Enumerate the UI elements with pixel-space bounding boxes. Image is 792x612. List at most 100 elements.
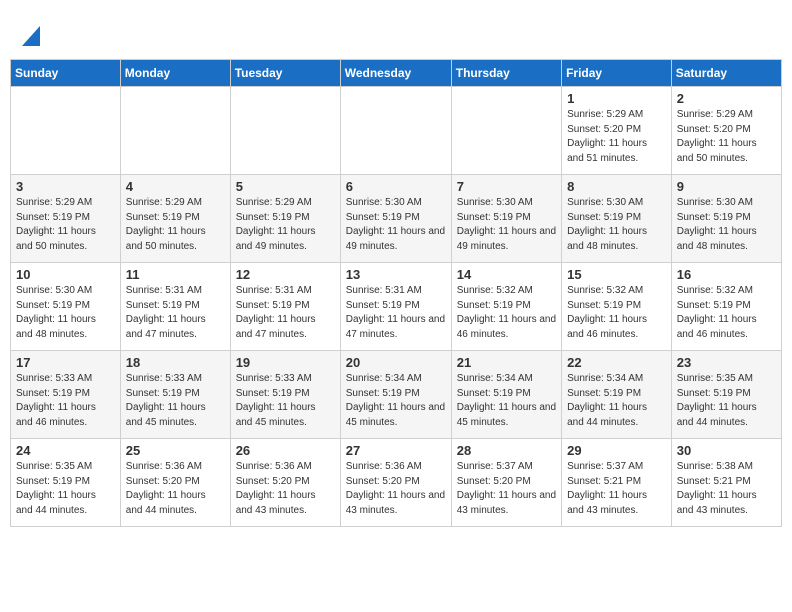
- day-info: Sunrise: 5:33 AMSunset: 5:19 PMDaylight:…: [126, 372, 225, 430]
- calendar-wrapper: SundayMondayTuesdayWednesdayThursdayFrid…: [0, 59, 792, 537]
- calendar-cell: 8 Sunrise: 5:30 AMSunset: 5:19 PMDaylight…: [562, 175, 672, 263]
- calendar-week-row: 17 Sunrise: 5:33 AMSunset: 5:19 PMDayligh…: [11, 351, 782, 439]
- calendar-week-row: 10 Sunrise: 5:30 AMSunset: 5:19 PMDayligh…: [11, 263, 782, 351]
- calendar-cell: 19 Sunrise: 5:33 AMSunset: 5:19 PMDayligh…: [230, 351, 340, 439]
- day-number: 4: [126, 179, 225, 194]
- day-info: Sunrise: 5:35 AMSunset: 5:19 PMDaylight:…: [16, 460, 115, 518]
- day-info: Sunrise: 5:36 AMSunset: 5:20 PMDaylight:…: [126, 460, 225, 518]
- weekday-header: Monday: [120, 60, 230, 87]
- calendar-body: 1 Sunrise: 5:29 AMSunset: 5:20 PMDaylight…: [11, 87, 782, 527]
- day-info: Sunrise: 5:35 AMSunset: 5:19 PMDaylight:…: [677, 372, 776, 430]
- calendar-header: SundayMondayTuesdayWednesdayThursdayFrid…: [11, 60, 782, 87]
- calendar-cell: [11, 87, 121, 175]
- day-number: 7: [457, 179, 556, 194]
- calendar-week-row: 3Sunrise: 5:29 AMSunset: 5:19 PMDaylight…: [11, 175, 782, 263]
- weekday-header: Sunday: [11, 60, 121, 87]
- calendar-cell: 12 Sunrise: 5:31 AMSunset: 5:19 PMDayligh…: [230, 263, 340, 351]
- day-number: 13: [346, 267, 446, 282]
- calendar-cell: 21 Sunrise: 5:34 AMSunset: 5:19 PMDayligh…: [451, 351, 561, 439]
- calendar-cell: 18 Sunrise: 5:33 AMSunset: 5:19 PMDayligh…: [120, 351, 230, 439]
- day-info: Sunrise: 5:33 AMSunset: 5:19 PMDaylight:…: [236, 372, 335, 430]
- calendar-table: SundayMondayTuesdayWednesdayThursdayFrid…: [10, 59, 782, 527]
- day-info: Sunrise: 5:33 AMSunset: 5:19 PMDaylight:…: [16, 372, 115, 430]
- calendar-cell: 17 Sunrise: 5:33 AMSunset: 5:19 PMDayligh…: [11, 351, 121, 439]
- calendar-cell: 28 Sunrise: 5:37 AMSunset: 5:20 PMDayligh…: [451, 439, 561, 527]
- day-number: 5: [236, 179, 335, 194]
- day-number: 18: [126, 355, 225, 370]
- day-info: Sunrise: 5:30 AMSunset: 5:19 PMDaylight:…: [567, 196, 666, 254]
- calendar-cell: 2 Sunrise: 5:29 AMSunset: 5:20 PMDaylight…: [671, 87, 781, 175]
- day-info: Sunrise: 5:31 AMSunset: 5:19 PMDaylight:…: [236, 284, 335, 342]
- day-number: 30: [677, 443, 776, 458]
- calendar-cell: 4Sunrise: 5:29 AMSunset: 5:19 PMDaylight…: [120, 175, 230, 263]
- day-info: Sunrise: 5:34 AMSunset: 5:19 PMDaylight:…: [457, 372, 556, 430]
- calendar-cell: 24 Sunrise: 5:35 AMSunset: 5:19 PMDayligh…: [11, 439, 121, 527]
- day-number: 16: [677, 267, 776, 282]
- day-number: 26: [236, 443, 335, 458]
- day-info: Sunrise: 5:30 AMSunset: 5:19 PMDaylight:…: [457, 196, 556, 254]
- calendar-cell: [340, 87, 451, 175]
- calendar-cell: 5 Sunrise: 5:29 AMSunset: 5:19 PMDaylight…: [230, 175, 340, 263]
- day-number: 11: [126, 267, 225, 282]
- day-number: 28: [457, 443, 556, 458]
- weekday-header: Wednesday: [340, 60, 451, 87]
- day-info: Sunrise: 5:32 AMSunset: 5:19 PMDaylight:…: [457, 284, 556, 342]
- calendar-cell: 3Sunrise: 5:29 AMSunset: 5:19 PMDaylight…: [11, 175, 121, 263]
- calendar-cell: 27Sunrise: 5:36 AMSunset: 5:20 PMDayligh…: [340, 439, 451, 527]
- day-number: 2: [677, 91, 776, 106]
- header: [0, 0, 792, 59]
- calendar-cell: 20Sunrise: 5:34 AMSunset: 5:19 PMDayligh…: [340, 351, 451, 439]
- day-number: 12: [236, 267, 335, 282]
- calendar-cell: 22Sunrise: 5:34 AMSunset: 5:19 PMDayligh…: [562, 351, 672, 439]
- day-info: Sunrise: 5:29 AMSunset: 5:20 PMDaylight:…: [677, 108, 776, 166]
- day-info: Sunrise: 5:29 AMSunset: 5:19 PMDaylight:…: [236, 196, 335, 254]
- day-number: 25: [126, 443, 225, 458]
- day-info: Sunrise: 5:30 AMSunset: 5:19 PMDaylight:…: [677, 196, 776, 254]
- calendar-cell: [451, 87, 561, 175]
- logo-icon: [22, 18, 40, 46]
- calendar-week-row: 24 Sunrise: 5:35 AMSunset: 5:19 PMDayligh…: [11, 439, 782, 527]
- day-info: Sunrise: 5:38 AMSunset: 5:21 PMDaylight:…: [677, 460, 776, 518]
- day-number: 29: [567, 443, 666, 458]
- calendar-cell: 26 Sunrise: 5:36 AMSunset: 5:20 PMDayligh…: [230, 439, 340, 527]
- calendar-cell: 25 Sunrise: 5:36 AMSunset: 5:20 PMDayligh…: [120, 439, 230, 527]
- calendar-cell: 29Sunrise: 5:37 AMSunset: 5:21 PMDayligh…: [562, 439, 672, 527]
- calendar-week-row: 1 Sunrise: 5:29 AMSunset: 5:20 PMDaylight…: [11, 87, 782, 175]
- day-number: 19: [236, 355, 335, 370]
- day-number: 24: [16, 443, 115, 458]
- day-info: Sunrise: 5:31 AMSunset: 5:19 PMDaylight:…: [126, 284, 225, 342]
- day-number: 8: [567, 179, 666, 194]
- calendar-cell: 14 Sunrise: 5:32 AMSunset: 5:19 PMDayligh…: [451, 263, 561, 351]
- day-number: 21: [457, 355, 556, 370]
- calendar-cell: 6Sunrise: 5:30 AMSunset: 5:19 PMDaylight…: [340, 175, 451, 263]
- day-number: 23: [677, 355, 776, 370]
- day-info: Sunrise: 5:30 AMSunset: 5:19 PMDaylight:…: [16, 284, 115, 342]
- day-info: Sunrise: 5:37 AMSunset: 5:20 PMDaylight:…: [457, 460, 556, 518]
- calendar-cell: [120, 87, 230, 175]
- calendar-cell: 15Sunrise: 5:32 AMSunset: 5:19 PMDayligh…: [562, 263, 672, 351]
- weekday-row: SundayMondayTuesdayWednesdayThursdayFrid…: [11, 60, 782, 87]
- day-number: 10: [16, 267, 115, 282]
- day-info: Sunrise: 5:32 AMSunset: 5:19 PMDaylight:…: [567, 284, 666, 342]
- day-number: 1: [567, 91, 666, 106]
- calendar-cell: 30 Sunrise: 5:38 AMSunset: 5:21 PMDayligh…: [671, 439, 781, 527]
- calendar-cell: 16 Sunrise: 5:32 AMSunset: 5:19 PMDayligh…: [671, 263, 781, 351]
- day-info: Sunrise: 5:36 AMSunset: 5:20 PMDaylight:…: [236, 460, 335, 518]
- calendar-cell: 23 Sunrise: 5:35 AMSunset: 5:19 PMDayligh…: [671, 351, 781, 439]
- logo: [20, 16, 40, 51]
- day-number: 9: [677, 179, 776, 194]
- weekday-header: Tuesday: [230, 60, 340, 87]
- calendar-cell: 10 Sunrise: 5:30 AMSunset: 5:19 PMDayligh…: [11, 263, 121, 351]
- day-number: 27: [346, 443, 446, 458]
- calendar-cell: [230, 87, 340, 175]
- day-info: Sunrise: 5:29 AMSunset: 5:19 PMDaylight:…: [16, 196, 115, 254]
- day-number: 20: [346, 355, 446, 370]
- calendar-cell: 7 Sunrise: 5:30 AMSunset: 5:19 PMDaylight…: [451, 175, 561, 263]
- calendar-cell: 1Sunrise: 5:29 AMSunset: 5:20 PMDaylight…: [562, 87, 672, 175]
- day-number: 17: [16, 355, 115, 370]
- calendar-cell: 13Sunrise: 5:31 AMSunset: 5:19 PMDayligh…: [340, 263, 451, 351]
- day-number: 14: [457, 267, 556, 282]
- day-info: Sunrise: 5:32 AMSunset: 5:19 PMDaylight:…: [677, 284, 776, 342]
- calendar-cell: 9 Sunrise: 5:30 AMSunset: 5:19 PMDaylight…: [671, 175, 781, 263]
- day-info: Sunrise: 5:30 AMSunset: 5:19 PMDaylight:…: [346, 196, 446, 254]
